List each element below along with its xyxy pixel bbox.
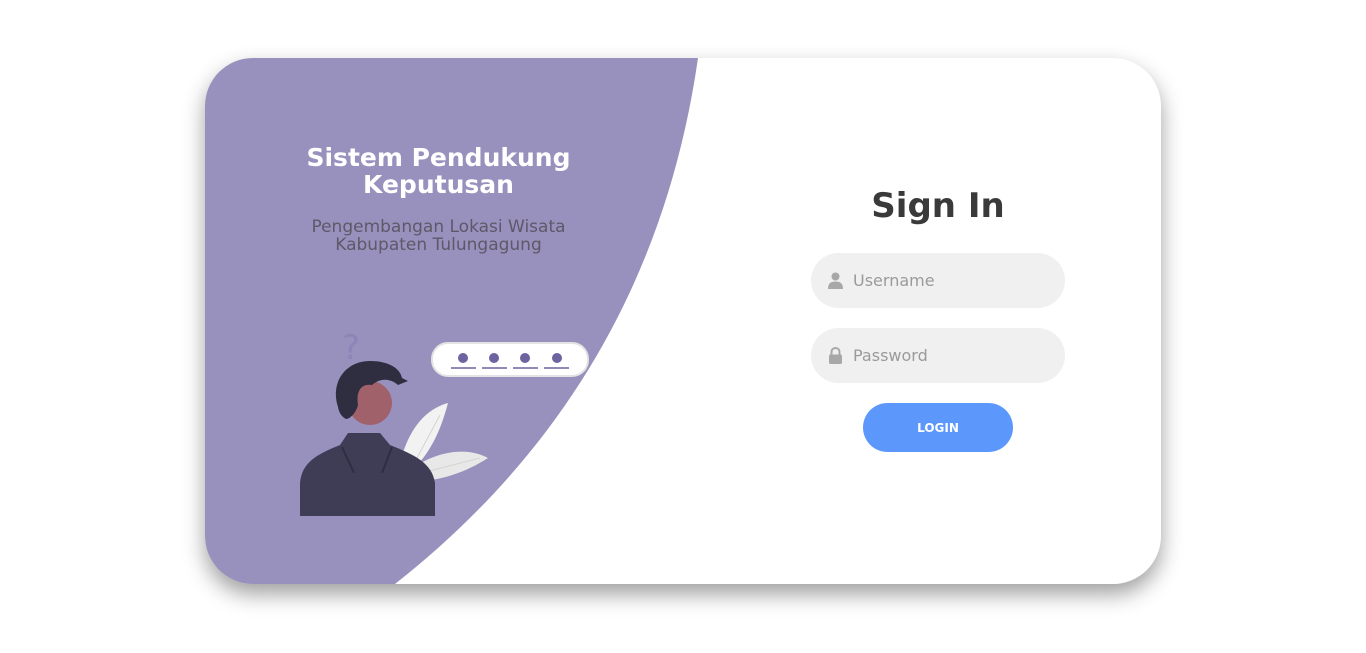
user-icon — [828, 272, 843, 289]
login-button[interactable]: LOGIN — [863, 403, 1013, 452]
hero-title: Sistem Pendukung Keputusan — [306, 143, 571, 199]
question-mark: ? — [342, 328, 360, 368]
username-field[interactable] — [811, 253, 1065, 308]
login-card: Sistem Pendukung Keputusan Pengembangan … — [205, 58, 1161, 584]
login-form: Sign In LOGIN — [811, 58, 1065, 584]
masked-password-bubble — [431, 342, 589, 377]
password-input[interactable] — [853, 346, 1043, 365]
person-thinking-illustration: ? — [300, 328, 589, 516]
hero-subtitle: Pengembangan Lokasi Wisata Kabupaten Tul… — [311, 217, 566, 255]
lock-icon — [829, 347, 842, 364]
password-field[interactable] — [811, 328, 1065, 383]
username-input[interactable] — [853, 271, 1043, 290]
signin-heading: Sign In — [871, 186, 1005, 226]
